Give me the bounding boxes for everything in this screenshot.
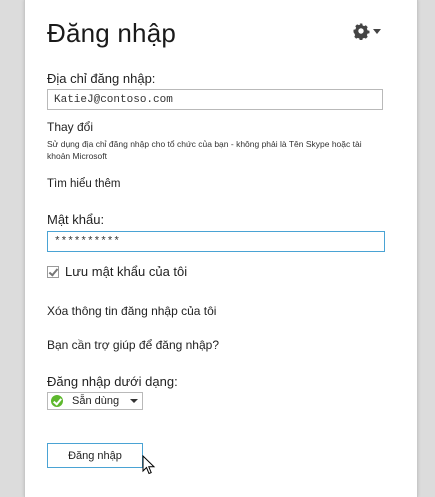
settings-menu-button[interactable] <box>352 20 388 42</box>
available-check-icon <box>51 395 63 407</box>
presence-status-value: Sẵn dùng <box>72 395 120 407</box>
presence-status-dropdown[interactable]: Sẵn dùng <box>47 392 143 410</box>
gear-icon <box>352 22 370 40</box>
signin-button-label: Đăng nhập <box>68 449 122 462</box>
chevron-down-icon <box>130 399 138 403</box>
address-hint: Sử dụng địa chỉ đăng nhập cho tổ chức củ… <box>47 139 362 161</box>
mouse-pointer-icon <box>142 454 156 480</box>
window-background: Đăng nhập Địa chỉ đăng nhập: Thay đổi Sử… <box>0 0 435 497</box>
checkbox-checked[interactable] <box>47 265 59 278</box>
signin-help-link[interactable]: Bạn cần trợ giúp để đăng nhập? <box>47 338 219 352</box>
signin-as-label: Đăng nhập dưới dạng: <box>47 374 178 389</box>
password-field[interactable] <box>47 231 385 252</box>
page-title: Đăng nhập <box>47 18 177 48</box>
change-address-link[interactable]: Thay đổi <box>47 120 93 134</box>
signin-button[interactable]: Đăng nhập <box>47 443 143 468</box>
delete-signin-info-link[interactable]: Xóa thông tin đăng nhập của tôi <box>47 304 216 318</box>
remember-password-label: Lưu mật khẩu của tôi <box>65 264 188 279</box>
remember-password-checkbox[interactable]: Lưu mật khẩu của tôi <box>47 264 187 279</box>
address-label: Địa chỉ đăng nhập: <box>47 71 156 86</box>
signin-panel: Đăng nhập Địa chỉ đăng nhập: Thay đổi Sử… <box>24 0 418 497</box>
password-label: Mật khẩu: <box>47 212 105 227</box>
chevron-down-icon <box>373 28 381 34</box>
signin-address-field[interactable] <box>47 89 383 110</box>
learn-more-link[interactable]: Tìm hiểu thêm <box>47 178 121 190</box>
